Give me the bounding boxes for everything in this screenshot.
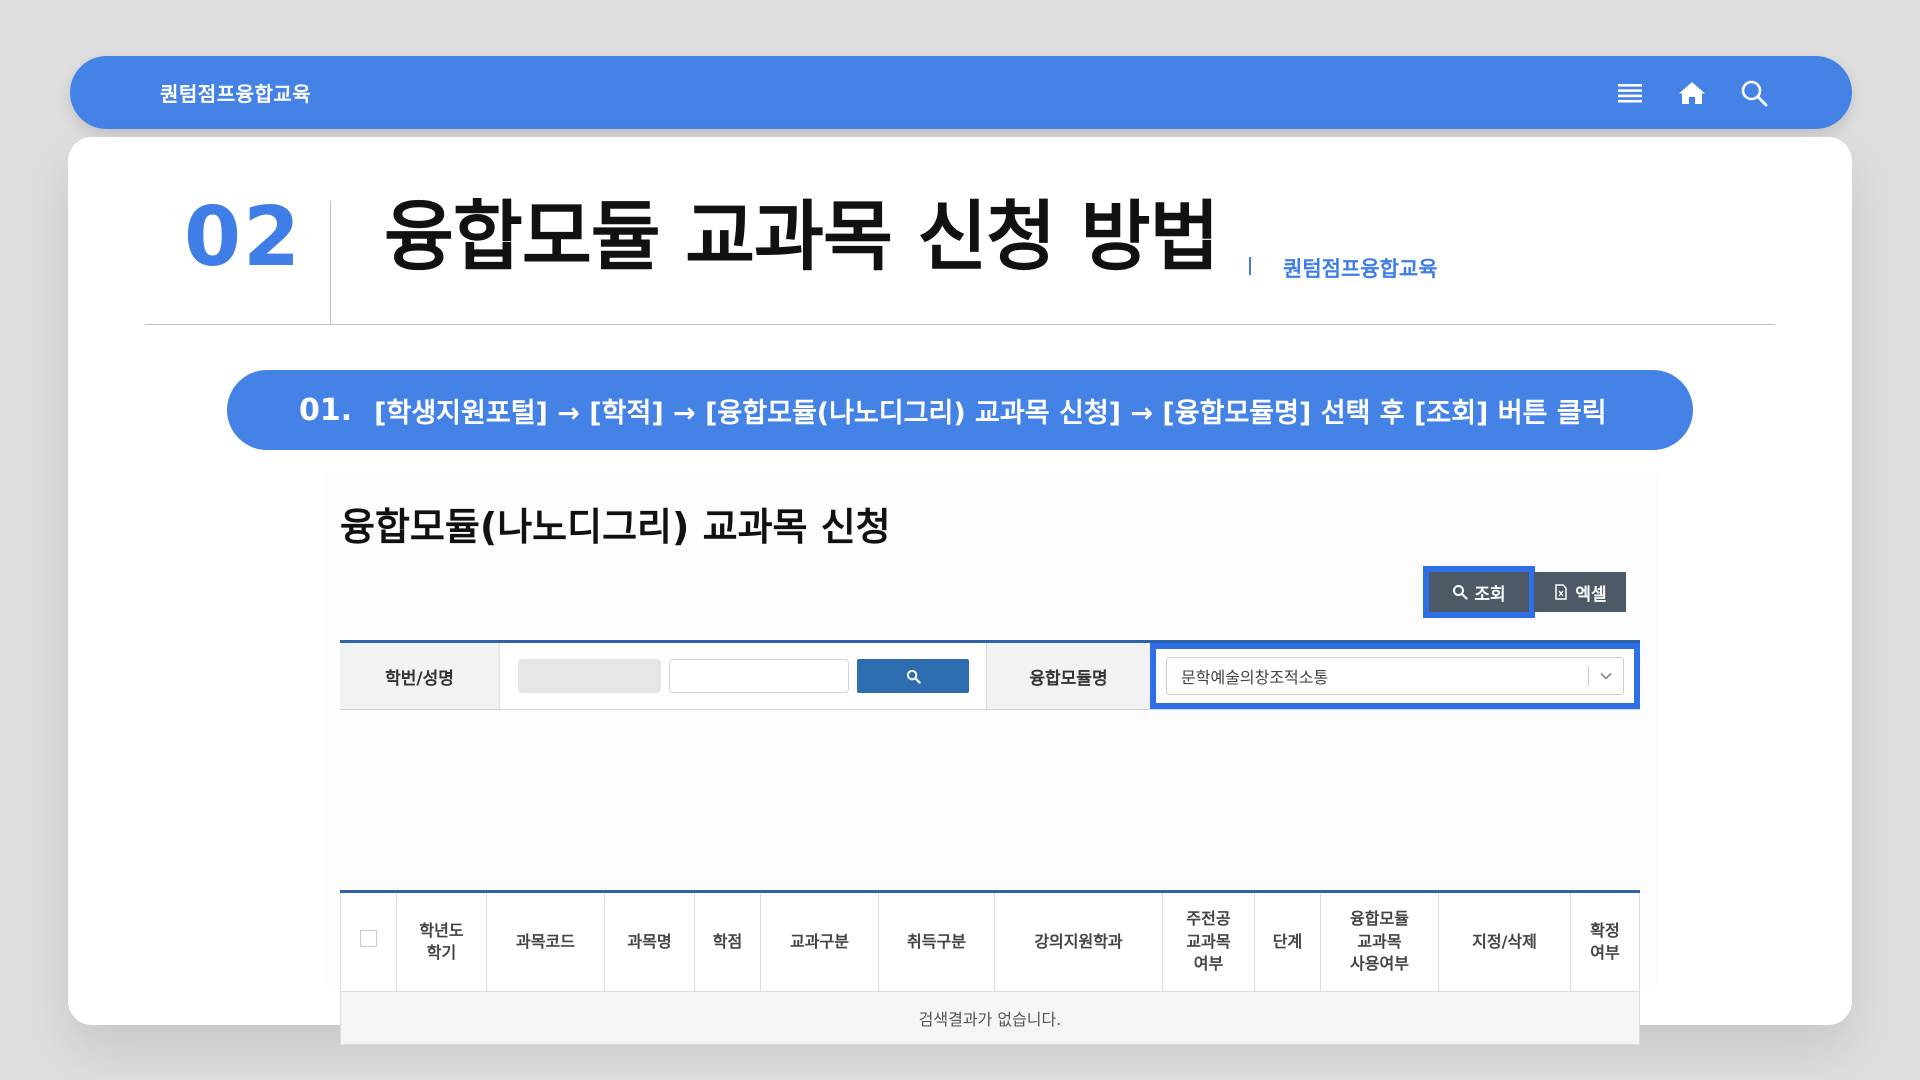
section-heading: 02 융합모듈 교과목 신청 방법 퀀텀점프융합교육 — [68, 137, 1852, 325]
step-text: [학생지원포털] → [학적] → [융합모듈(나노디그리) 교과목 신청] →… — [374, 397, 1607, 429]
title-separator — [1249, 257, 1251, 275]
header-major-course: 주전공 교과목 여부 — [1162, 891, 1255, 992]
portal-screenshot: 융합모듈(나노디그리) 교과목 신청 조회 엑셀 학번/성명 융합모듈명 문학예… — [323, 474, 1658, 1045]
header-department: 강의지원학과 — [994, 891, 1163, 992]
page-title: 융합모듈 교과목 신청 방법 — [384, 192, 1219, 281]
top-icons — [1614, 77, 1770, 109]
student-id-input[interactable] — [518, 659, 661, 693]
header-checkbox-cell — [340, 891, 397, 992]
student-search-button[interactable] — [857, 659, 969, 693]
module-select-value: 문학예술의창조적소통 — [1181, 668, 1329, 687]
module-select[interactable]: 문학예술의창조적소통 — [1166, 657, 1624, 695]
step-instruction: 01. [학생지원포털] → [학적] → [융합모듈(나노디그리) 교과목 신… — [227, 370, 1693, 450]
content-card: 02 융합모듈 교과목 신청 방법 퀀텀점프융합교육 01. [학생지원포털] … — [68, 137, 1852, 1045]
action-buttons: 조회 엑셀 — [1423, 566, 1626, 618]
menu-icon[interactable] — [1614, 77, 1646, 109]
select-arrow — [1588, 666, 1613, 686]
magnifier-icon — [1453, 585, 1468, 600]
select-all-checkbox[interactable] — [360, 930, 377, 948]
home-icon[interactable] — [1676, 77, 1708, 109]
heading-divider — [330, 201, 331, 325]
header-module-usage: 융합모듈 교과목 사용여부 — [1320, 891, 1439, 992]
table-header-row: 학년도 학기 과목코드 과목명 학점 교과구분 취득구분 강의지원학과 주전공 교과… — [340, 891, 1640, 992]
heading-underline — [145, 324, 1775, 325]
query-button[interactable]: 조회 — [1423, 566, 1535, 618]
header-year-semester: 학년도 학기 — [396, 891, 487, 992]
document-icon — [1555, 584, 1568, 600]
student-search-group — [500, 643, 987, 709]
excel-button[interactable]: 엑셀 — [1534, 572, 1626, 612]
query-button-label: 조회 — [1474, 584, 1506, 605]
section-number: 02 — [184, 190, 303, 285]
header-course-category: 교과구분 — [760, 891, 879, 992]
header-stage: 단계 — [1254, 891, 1321, 992]
student-name-input[interactable] — [669, 659, 849, 693]
heading-brand: 퀀텀점프융합교육 — [1283, 257, 1438, 281]
empty-message: 검색결과가 없습니다. — [340, 991, 1640, 1045]
excel-button-label: 엑셀 — [1575, 584, 1607, 605]
course-table: 학년도 학기 과목코드 과목명 학점 교과구분 취득구분 강의지원학과 주전공 교과… — [340, 890, 1640, 1045]
header-confirmed: 확정 여부 — [1570, 891, 1640, 992]
header-assign-delete: 지정/삭제 — [1438, 891, 1571, 992]
step-number: 01. — [299, 392, 353, 428]
header-acquisition-type: 취득구분 — [878, 891, 995, 992]
header-course-code: 과목코드 — [486, 891, 605, 992]
header-course-name: 과목명 — [604, 891, 695, 992]
search-bar: 학번/성명 융합모듈명 문학예술의창조적소통 — [340, 640, 1640, 710]
brand-label[interactable]: 퀀텀점프융합교육 — [160, 78, 311, 107]
portal-page-title: 융합모듈(나노디그리) 교과목 신청 — [340, 505, 891, 549]
search-icon[interactable] — [1738, 77, 1770, 109]
chevron-down-icon — [1600, 672, 1612, 680]
module-select-highlight: 문학예술의창조적소통 — [1150, 643, 1640, 709]
student-id-label: 학번/성명 — [340, 643, 500, 709]
magnifier-icon — [906, 669, 921, 684]
header-credits: 학점 — [694, 891, 761, 992]
top-bar: 퀀텀점프융합교육 — [70, 56, 1852, 129]
module-name-label: 융합모듈명 — [987, 643, 1150, 709]
table-empty-row: 검색결과가 없습니다. — [340, 991, 1640, 1045]
